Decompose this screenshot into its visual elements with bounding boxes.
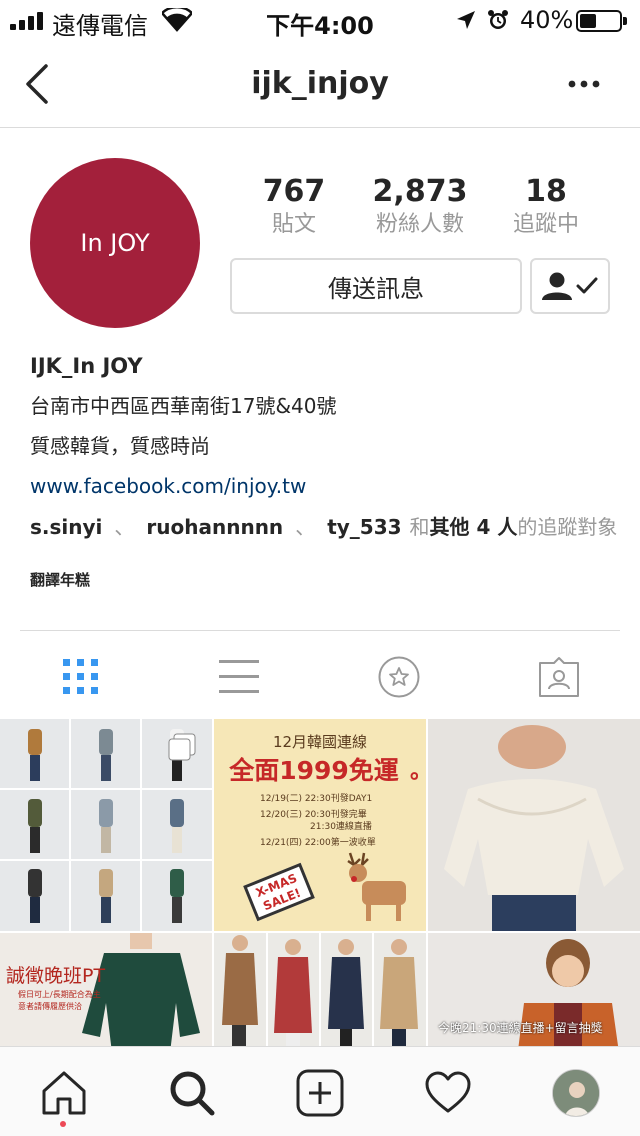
recruitment-sub1: 假日可上/長期配合為主	[18, 990, 101, 999]
alarm-icon	[488, 10, 508, 29]
nav-bar: ijk_injoy	[0, 40, 640, 128]
xmas-sale-sign: X-MAS SALE!	[243, 862, 315, 922]
avatar-logo-text: In JOY	[80, 229, 150, 257]
schedule-line: 12/21(四) 22:00第一波收單	[260, 838, 376, 848]
profile-display-name: IJK_In JOY	[30, 354, 143, 378]
follower-name[interactable]: ruohannnnn	[146, 515, 283, 539]
battery-icon	[576, 10, 627, 32]
bio-link[interactable]: www.facebook.com/injoy.tw	[30, 472, 306, 500]
search-icon[interactable]	[168, 1069, 216, 1117]
tagged-icon[interactable]	[538, 656, 580, 698]
post-thumbnail[interactable]	[428, 719, 640, 931]
home-active-dot	[60, 1121, 66, 1127]
new-post-icon[interactable]	[296, 1069, 344, 1117]
stat-followers-value: 2,873	[372, 174, 468, 209]
home-icon[interactable]	[40, 1069, 88, 1117]
followed-by-text[interactable]: s.sinyi 、 ruohannnnn 、 ty_533 和其他 4 人的追蹤對象	[30, 513, 617, 541]
profile-photo-thumbnail	[553, 1070, 599, 1116]
translate-link[interactable]: 翻譯年糕	[30, 566, 90, 594]
profile-icon[interactable]	[552, 1069, 600, 1117]
profile-username: ijk_injoy	[251, 66, 389, 101]
person-check-icon	[542, 272, 598, 300]
followed-by-prefix: 和	[409, 515, 430, 539]
schedule-line: 12/19(二) 22:30刊發DAY1	[260, 794, 373, 804]
stat-followers[interactable]: 2,873 粉絲人數	[364, 174, 476, 240]
stat-following-value: 18	[525, 174, 567, 209]
follower-name[interactable]: ty_533	[327, 515, 401, 539]
post-thumbnail[interactable]: 12月韓國連線 全面1999免運 。 12/19(二) 22:30刊發DAY1 …	[214, 719, 426, 931]
activity-icon[interactable]	[424, 1069, 472, 1117]
stat-posts[interactable]: 767 貼文	[254, 174, 334, 240]
bottom-tab-bar	[0, 1046, 640, 1136]
profile-avatar[interactable]: In JOY	[30, 158, 200, 328]
multi-photo-icon	[168, 733, 196, 761]
bio-tagline: 質感韓貨，質感時尚	[30, 434, 210, 458]
location-arrow-icon	[457, 11, 475, 29]
following-button[interactable]	[530, 258, 610, 314]
stat-followers-label: 粉絲人數	[375, 212, 464, 237]
poster-suffix: 。	[410, 753, 426, 785]
profile-tab-bar	[20, 630, 620, 720]
stat-posts-label: 貼文	[271, 212, 316, 237]
followed-by-suffix: 的追蹤對象	[517, 515, 618, 539]
list-icon[interactable]	[218, 656, 260, 698]
live-stream-caption: 今晚21:30連線直播+留言抽獎	[438, 1021, 603, 1035]
followed-by-others[interactable]: 其他 4 人	[430, 515, 518, 539]
stat-following[interactable]: 18 追蹤中	[506, 174, 586, 240]
recruitment-headline: 誠徵晚班PT	[6, 965, 106, 987]
follower-name[interactable]: s.sinyi	[30, 515, 102, 539]
recruitment-sub2: 意者請傳履歷供洽	[18, 1002, 82, 1011]
stat-following-label: 追蹤中	[512, 212, 579, 237]
bio-address: 台南市中西區西華南街17號&40號	[30, 394, 337, 418]
grid-icon[interactable]	[60, 656, 102, 698]
battery-percent: 40%	[520, 6, 574, 34]
separator: 、	[295, 515, 316, 539]
star-icon[interactable]	[378, 656, 420, 698]
schedule-line: 21:30連線直播	[310, 822, 372, 832]
post-thumbnail[interactable]	[0, 719, 212, 931]
reindeer-illustration	[347, 852, 406, 921]
more-options-icon[interactable]	[566, 72, 602, 96]
separator: 、	[114, 515, 135, 539]
poster-headline: 全面1999免運	[229, 756, 399, 785]
status-bar: 遠傳電信 下午4:00 40%	[0, 0, 640, 40]
knit-sweater-photo	[428, 719, 640, 931]
poster-heading: 12月韓國連線	[272, 733, 368, 751]
stat-posts-value: 767	[262, 174, 326, 209]
send-message-button[interactable]: 傳送訊息	[230, 258, 522, 314]
